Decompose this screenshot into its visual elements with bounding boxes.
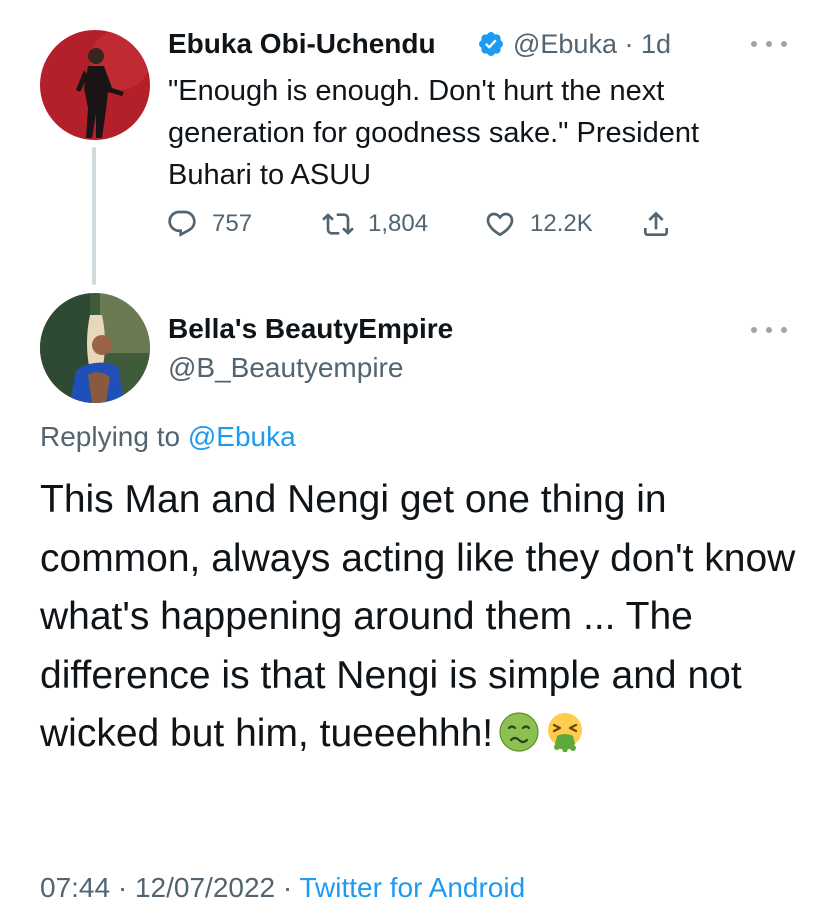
parent-tweet-meta: @Ebuka · 1d <box>513 29 671 60</box>
heart-icon <box>486 212 514 237</box>
reply-count: 757 <box>212 210 253 237</box>
retweet-button[interactable]: 1,804 <box>322 206 428 242</box>
reply-tweet-body: This Man and Nengi get one thing in comm… <box>40 478 796 755</box>
nauseated-face-emoji <box>499 712 539 752</box>
tweet-timestamp-line: 07:44 · 12/07/2022 · Twitter for Android <box>40 872 525 904</box>
reply-author-handle[interactable]: @B_Beautyempire <box>168 352 403 384</box>
footer-separator: · <box>282 872 293 903</box>
reply-author-avatar[interactable] <box>40 293 150 403</box>
tweet-source-link[interactable]: Twitter for Android <box>300 872 526 903</box>
retweet-icon <box>322 213 354 235</box>
parent-author-name[interactable]: Ebuka Obi-Uchendu <box>168 28 436 60</box>
like-button[interactable]: 12.2K <box>484 206 593 242</box>
thread-connector-line <box>92 147 96 285</box>
meta-separator: · <box>624 29 634 59</box>
parent-author-handle[interactable]: @Ebuka <box>513 29 617 59</box>
parent-tweet-text: "Enough is enough. Don't hurt the next g… <box>168 75 700 191</box>
replying-to-label: Replying to <box>40 421 181 452</box>
replying-to-line: Replying to @Ebuka <box>40 421 296 453</box>
parent-tweet-time[interactable]: 1d <box>641 29 671 59</box>
reply-tweet-text: This Man and Nengi get one thing in comm… <box>40 471 800 764</box>
reply-more-options-icon[interactable] <box>751 324 787 336</box>
parent-more-options-icon[interactable] <box>751 38 787 50</box>
like-count: 12.2K <box>530 210 593 237</box>
retweet-count: 1,804 <box>368 210 429 237</box>
replying-to-link[interactable]: @Ebuka <box>188 421 296 452</box>
tweet-time[interactable]: 07:44 <box>40 872 110 903</box>
parent-author-avatar[interactable] <box>40 30 150 140</box>
share-icon <box>644 211 668 236</box>
tweet-date[interactable]: 12/07/2022 <box>135 872 275 903</box>
face-vomiting-emoji <box>548 713 583 752</box>
reply-author-name[interactable]: Bella's BeautyEmpire <box>168 313 453 345</box>
verified-badge-icon <box>479 32 503 56</box>
reply-button[interactable]: 757 <box>166 206 252 242</box>
reply-icon <box>168 210 196 237</box>
share-button[interactable] <box>640 206 672 242</box>
footer-separator: · <box>117 872 128 903</box>
